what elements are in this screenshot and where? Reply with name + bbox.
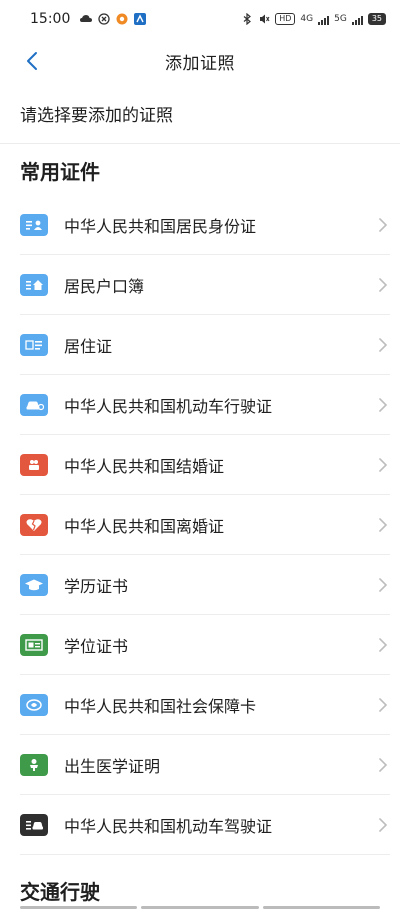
- chevron-right-icon: [379, 518, 388, 532]
- baby-icon: [20, 754, 48, 776]
- list-item-label: 中华人民共和国结婚证: [64, 457, 225, 476]
- status-time: 15:00: [30, 11, 71, 27]
- net-2-label: 5G: [334, 14, 347, 24]
- nav-bar: 添加证照: [0, 38, 400, 84]
- marriage-icon: [20, 454, 48, 476]
- driver-license-icon: [20, 814, 48, 836]
- hd-badge: HD: [275, 13, 296, 25]
- bluetooth-icon: [243, 13, 252, 25]
- graduation-cap-icon: [20, 574, 48, 596]
- list-item-label: 中华人民共和国机动车行驶证: [64, 397, 273, 416]
- chevron-right-icon: [379, 638, 388, 652]
- list-item-divorce[interactable]: 中华人民共和国离婚证: [0, 495, 400, 555]
- mute-icon: [260, 14, 270, 24]
- list-item-vehicle-license[interactable]: 中华人民共和国机动车行驶证: [0, 375, 400, 435]
- list-item-degree[interactable]: 学位证书: [0, 615, 400, 675]
- bottom-scroll-indicator: [20, 906, 380, 912]
- list-item-label: 学位证书: [64, 637, 129, 656]
- circle-x-icon: [98, 13, 111, 25]
- chevron-right-icon: [379, 758, 388, 772]
- app-icon: [116, 13, 128, 25]
- list-item-label: 中华人民共和国离婚证: [64, 517, 225, 536]
- app-blue-icon: [134, 13, 147, 25]
- car-icon: [20, 394, 48, 416]
- list-item-residence[interactable]: 居住证: [0, 315, 400, 375]
- list-item-label: 出生医学证明: [64, 757, 161, 776]
- indicator-segment: [262, 906, 380, 909]
- page-title: 添加证照: [165, 53, 235, 74]
- section-title-traffic: 交通行驶: [20, 880, 100, 904]
- status-bar: 15:00 HD 4G 5G 35: [0, 0, 400, 38]
- degree-icon: [20, 634, 48, 656]
- list-item-diploma[interactable]: 学历证书: [0, 555, 400, 615]
- household-icon: [20, 274, 48, 296]
- back-button[interactable]: [20, 49, 44, 73]
- chevron-right-icon: [379, 458, 388, 472]
- broken-heart-icon: [20, 514, 48, 536]
- chevron-right-icon: [379, 338, 388, 352]
- section-title-common: 常用证件: [20, 160, 100, 184]
- social-card-icon: [20, 694, 48, 716]
- indicator-segment: [141, 906, 259, 909]
- signal-2-icon: [351, 14, 363, 25]
- chevron-right-icon: [379, 218, 388, 232]
- battery-icon: 35: [367, 13, 386, 25]
- list-item-birth-certificate[interactable]: 出生医学证明: [0, 735, 400, 795]
- cloud-icon: [80, 15, 93, 22]
- list-item-label: 学历证书: [64, 577, 129, 596]
- certificate-list: 中华人民共和国居民身份证 居民户口簿 居住证 中华人民共和国机动车行驶证 中华人…: [0, 195, 400, 855]
- subtitle: 请选择要添加的证照: [0, 84, 400, 144]
- signal-1-icon: [318, 14, 330, 25]
- chevron-right-icon: [379, 698, 388, 712]
- list-item-driver-license[interactable]: 中华人民共和国机动车驾驶证: [0, 795, 400, 855]
- chevron-right-icon: [379, 398, 388, 412]
- list-item-household[interactable]: 居民户口簿: [0, 255, 400, 315]
- list-item-marriage[interactable]: 中华人民共和国结婚证: [0, 435, 400, 495]
- list-item-label: 中华人民共和国社会保障卡: [64, 697, 257, 716]
- chevron-right-icon: [379, 278, 388, 292]
- chevron-left-icon: [27, 52, 37, 70]
- list-item-label: 中华人民共和国机动车驾驶证: [64, 817, 273, 836]
- net-1-label: 4G: [300, 14, 314, 24]
- list-item-social-security[interactable]: 中华人民共和国社会保障卡: [0, 675, 400, 735]
- chevron-right-icon: [379, 578, 388, 592]
- list-item-label: 居民户口簿: [64, 277, 145, 296]
- list-item-id-card[interactable]: 中华人民共和国居民身份证: [0, 195, 400, 255]
- status-right: HD 4G 5G 35: [241, 13, 386, 25]
- list-item-label: 居住证: [64, 337, 113, 356]
- residence-icon: [20, 334, 48, 356]
- status-left: 15:00: [30, 11, 147, 27]
- chevron-right-icon: [379, 818, 388, 832]
- id-card-icon: [20, 214, 48, 236]
- list-item-label: 中华人民共和国居民身份证: [64, 217, 257, 236]
- indicator-segment: [20, 906, 138, 909]
